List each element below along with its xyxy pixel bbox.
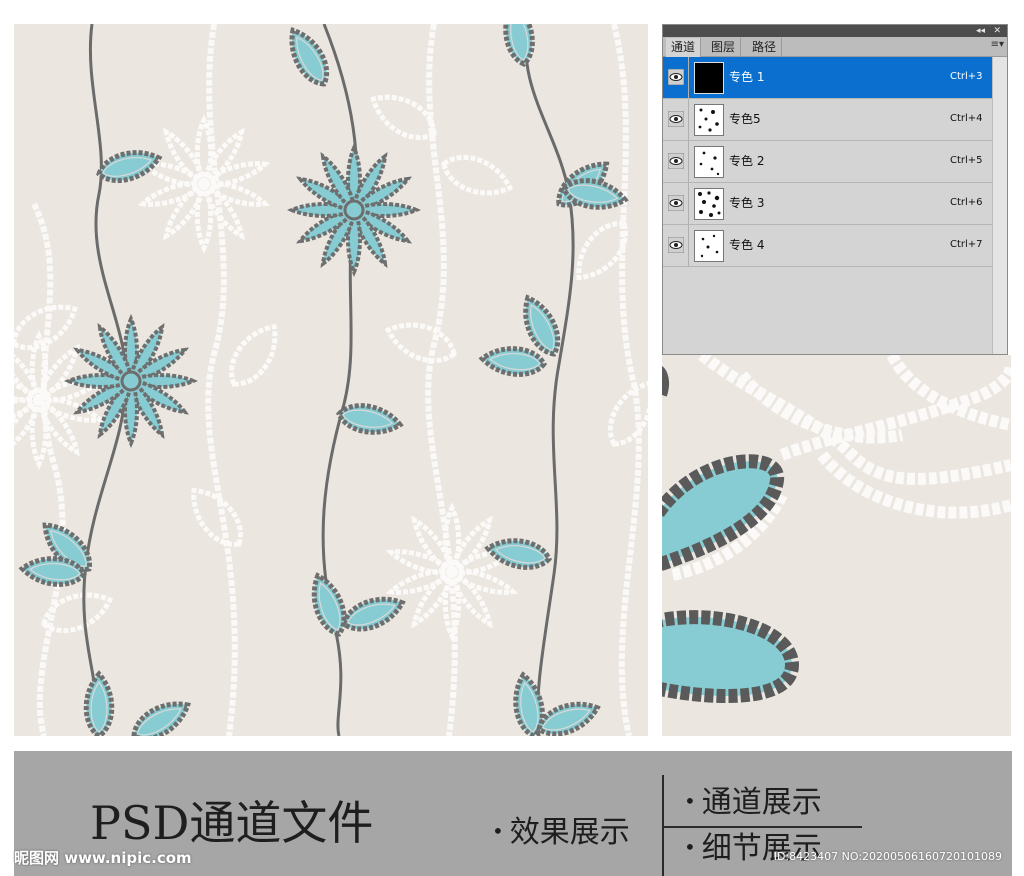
eye-icon[interactable] <box>668 111 684 127</box>
panel-menu-icon[interactable]: ≡▾ <box>991 39 1004 51</box>
pattern-preview <box>14 24 648 736</box>
channel-shortcut: Ctrl+3 <box>950 71 983 82</box>
collapse-panel-icon[interactable]: ◂◂ <box>976 25 985 37</box>
row-separator <box>688 99 689 140</box>
eye-icon[interactable] <box>668 153 684 169</box>
channel-thumbnail <box>694 146 724 178</box>
channel-row[interactable]: 专色 2 Ctrl+5 <box>663 141 993 183</box>
panel-tabs: 通道 图层 路径 <box>663 37 1007 57</box>
channel-name: 专色 2 <box>729 154 765 168</box>
channel-display-label: 通道展示 <box>684 785 822 823</box>
channel-shortcut: Ctrl+6 <box>950 197 983 208</box>
effect-display-label: 效果展示 <box>492 815 630 853</box>
watermark-site: 昵图网 www.nipic.com <box>14 849 192 867</box>
channel-shortcut: Ctrl+5 <box>950 155 983 166</box>
channel-shortcut: Ctrl+7 <box>950 239 983 250</box>
banner-title: PSD通道文件 <box>90 796 374 850</box>
tab-layers[interactable]: 图层 <box>706 38 742 56</box>
row-separator <box>688 225 689 266</box>
channel-row[interactable]: 专色 1 Ctrl+3 <box>663 57 993 99</box>
channels-panel: ◂◂ ✕ 通道 图层 路径 ≡▾ 专色 1 Ctrl+3 专色5 Ctrl+4 … <box>662 24 1008 355</box>
panel-scrollbar[interactable] <box>992 57 1007 354</box>
channel-thumbnail <box>694 62 724 94</box>
row-separator <box>688 57 689 98</box>
detail-art <box>662 355 1011 704</box>
watermark-id: ID:8423407 NO:20200506160720101089 <box>773 850 1002 863</box>
tab-paths[interactable]: 路径 <box>747 38 783 56</box>
channel-thumbnail <box>694 188 724 220</box>
panel-title-bar[interactable]: ◂◂ ✕ <box>663 25 1007 37</box>
channel-thumbnail <box>694 230 724 262</box>
row-separator <box>688 141 689 182</box>
row-separator <box>688 183 689 224</box>
horizontal-divider <box>662 826 862 828</box>
eye-icon[interactable] <box>668 69 684 85</box>
close-panel-icon[interactable]: ✕ <box>993 25 1001 37</box>
bottom-banner: PSD通道文件 效果展示 通道展示 细节展示 昵图网 www.nipic.com… <box>14 751 1012 876</box>
channel-row[interactable]: 专色 4 Ctrl+7 <box>663 225 993 267</box>
channel-name: 专色5 <box>729 112 761 126</box>
channel-name: 专色 1 <box>729 70 765 84</box>
eye-icon[interactable] <box>668 237 684 253</box>
detail-preview <box>662 355 1011 736</box>
channel-name: 专色 3 <box>729 196 765 210</box>
tab-channels[interactable]: 通道 <box>666 38 702 57</box>
channel-row[interactable]: 专色5 Ctrl+4 <box>663 99 993 141</box>
channel-shortcut: Ctrl+4 <box>950 113 983 124</box>
channel-name: 专色 4 <box>729 238 765 252</box>
channel-row[interactable]: 专色 3 Ctrl+6 <box>663 183 993 225</box>
eye-icon[interactable] <box>668 195 684 211</box>
floral-pattern-art <box>14 24 648 736</box>
channel-list: 专色 1 Ctrl+3 专色5 Ctrl+4 专色 2 Ctrl+5 专色 3 … <box>663 57 993 267</box>
channel-thumbnail <box>694 104 724 136</box>
